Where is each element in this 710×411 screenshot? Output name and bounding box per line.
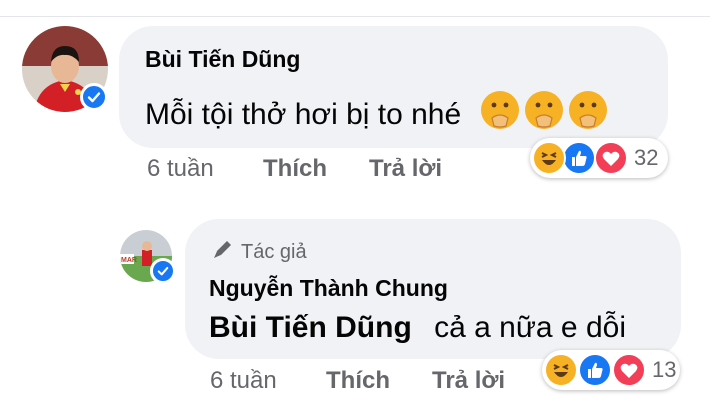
love-reaction-icon [594, 141, 628, 175]
verified-badge-icon [80, 83, 108, 111]
haha-reaction-icon [532, 141, 566, 175]
reaction-count: 13 [652, 357, 677, 382]
top-divider [0, 16, 710, 17]
comment-text: Bùi Tiến Dũng cả a nữa e dỗi [209, 311, 626, 345]
comment-author[interactable]: Nguyễn Thành Chung [209, 275, 448, 302]
like-reaction-icon [578, 353, 612, 387]
verified-badge-icon [150, 258, 176, 284]
author-badge: Tác giả [211, 237, 307, 267]
like-button[interactable]: Thích [326, 367, 390, 395]
comment-text: Mỗi tội thở hơi bị to nhé [145, 90, 608, 138]
reaction-count: 32 [634, 145, 659, 170]
reply-button[interactable]: Trả lời [369, 155, 442, 183]
author-badge-label: Tác giả [241, 241, 307, 263]
reactions-summary[interactable]: 32 [530, 138, 668, 178]
shushing-face-emoji-icon [480, 90, 520, 138]
like-button[interactable]: Thích [263, 155, 327, 183]
shushing-face-emoji-icon [524, 90, 564, 138]
mention-link[interactable]: Bùi Tiến Dũng [209, 311, 412, 344]
comment-bubble: Tác giả Nguyễn Thành Chung Bùi Tiến Dũng… [185, 219, 681, 359]
love-reaction-icon [612, 353, 646, 387]
timestamp[interactable]: 6 tuần [210, 367, 277, 395]
comment-text-content: Mỗi tội thở hơi bị to nhé [145, 98, 462, 131]
timestamp[interactable]: 6 tuần [147, 155, 214, 183]
comment-text-content: cả a nữa e dỗi [434, 311, 626, 344]
reactions-summary[interactable]: 13 [542, 350, 680, 390]
comment-author[interactable]: Bùi Tiến Dũng [145, 46, 300, 73]
like-reaction-icon [562, 141, 596, 175]
svg-text:MAR: MAR [121, 257, 137, 264]
haha-reaction-icon [544, 353, 578, 387]
reply-button[interactable]: Trả lời [432, 367, 505, 395]
pen-icon [211, 237, 235, 267]
comment-bubble: Bùi Tiến Dũng Mỗi tội thở hơi bị to nhé [119, 26, 668, 148]
shushing-face-emoji-icon [568, 90, 608, 138]
